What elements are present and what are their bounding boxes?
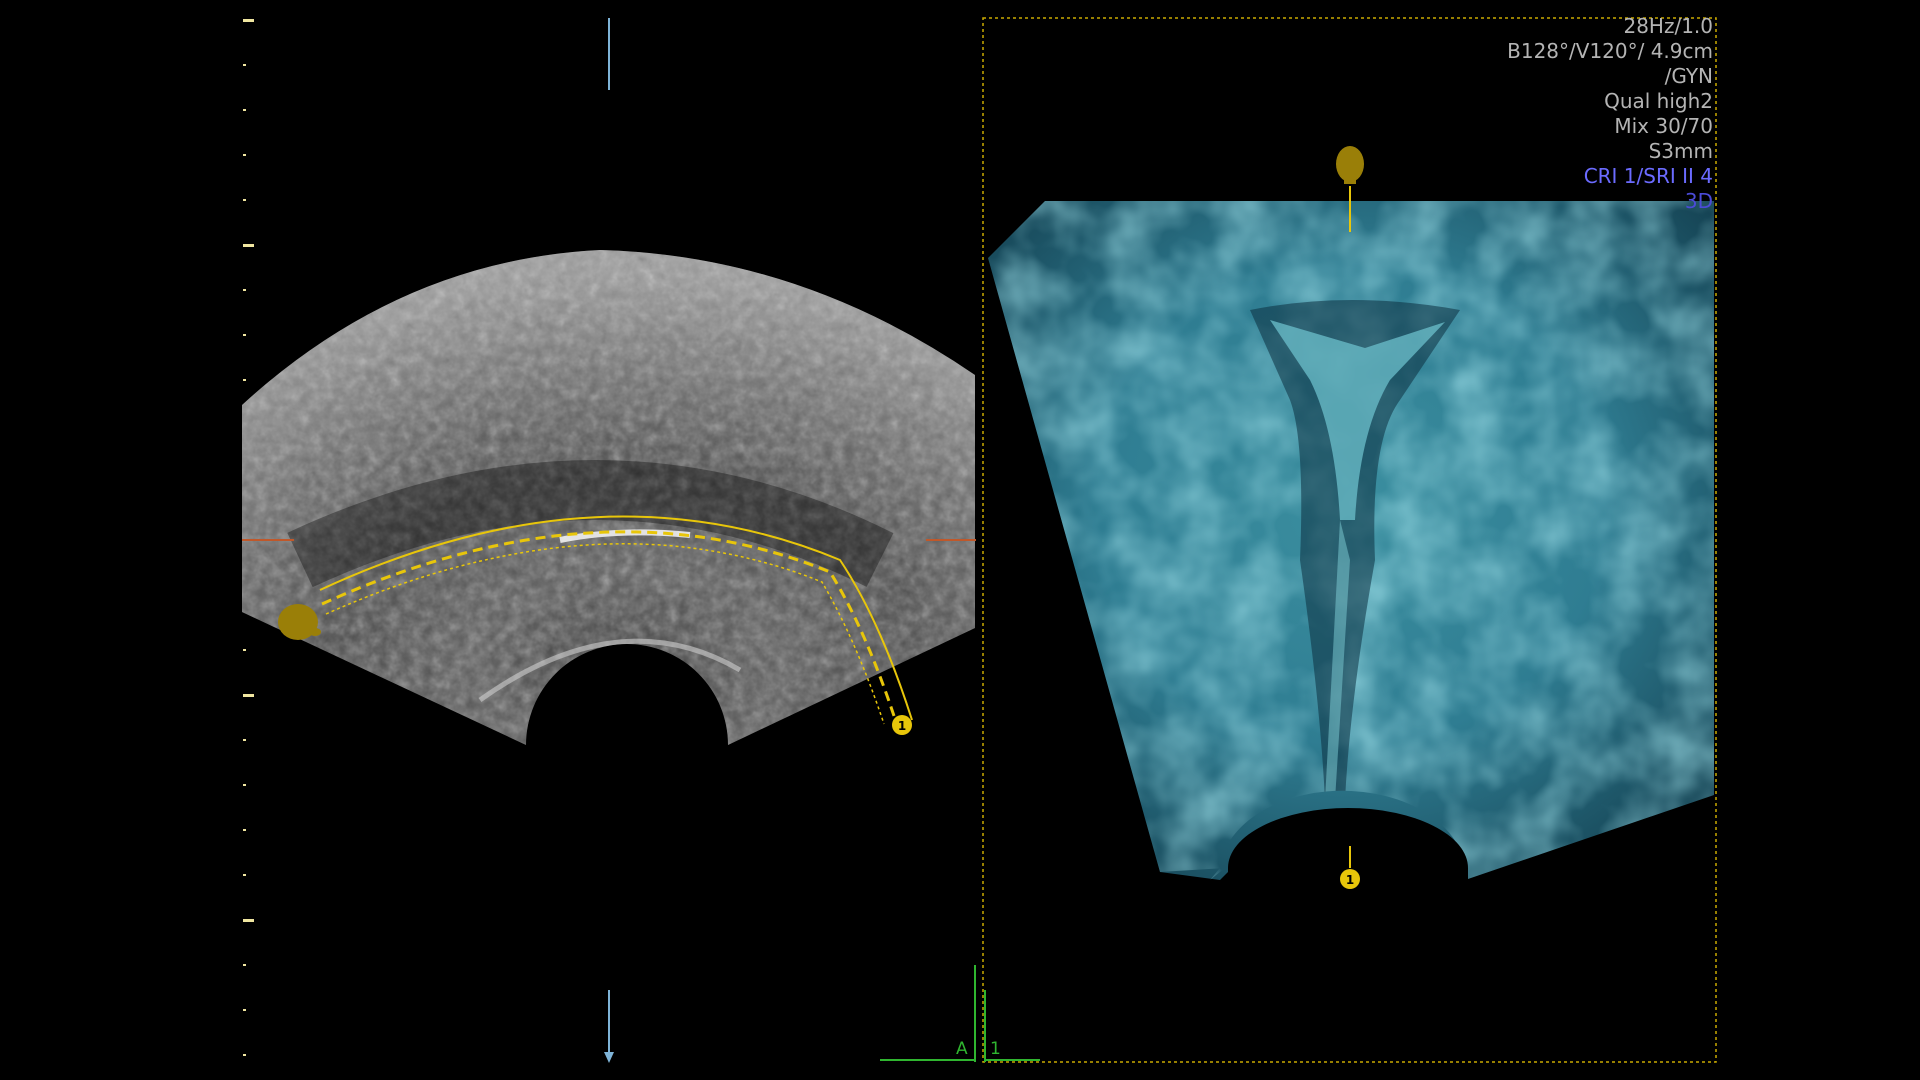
depth-tick	[243, 649, 246, 651]
depth-tick	[243, 829, 246, 831]
grayscale-bar	[203, 56, 219, 318]
depth-tick	[243, 244, 254, 247]
depth-tick	[243, 19, 254, 22]
depth-tick	[243, 694, 254, 697]
axis-a-label: A	[956, 1039, 968, 1059]
acquisition-info-panel: 28Hz/1.0 B128°/V120°/ 4.9cm /GYN Qual hi…	[1507, 14, 1713, 214]
depth-tick	[243, 199, 246, 201]
depth-tick	[243, 964, 246, 966]
depth-tick	[243, 379, 246, 381]
depth-tick	[243, 109, 246, 111]
depth-tick	[243, 919, 254, 922]
info-quality: Qual high2	[1604, 89, 1713, 113]
depth-tick	[243, 64, 246, 66]
depth-tick	[243, 784, 246, 786]
depth-tick	[243, 334, 246, 336]
info-mix: Mix 30/70	[1614, 114, 1713, 138]
axis-bottom-arrow-icon	[604, 1052, 614, 1063]
info-preset: /GYN	[1664, 64, 1713, 88]
info-angles-depth: B128°/V120°/ 4.9cm	[1507, 39, 1713, 63]
axis-1-label: 1	[990, 1039, 1001, 1059]
info-slice: S3mm	[1648, 139, 1713, 163]
curve-end-marker[interactable]: 1	[892, 715, 912, 735]
bmode-fan-image	[242, 250, 975, 745]
depth-tick	[243, 739, 246, 741]
depth-tick	[243, 289, 246, 291]
info-cri-sri: CRI 1/SRI II 4	[1583, 164, 1713, 188]
render-3d-image	[988, 201, 1714, 880]
render-bottom-marker-label: 1	[1346, 873, 1354, 887]
depth-tick	[243, 874, 246, 876]
depth-tick	[243, 1054, 246, 1056]
info-frame-rate: 28Hz/1.0	[1623, 14, 1713, 38]
info-mode: 3D	[1684, 189, 1713, 213]
curve-end-marker-label: 1	[898, 719, 906, 733]
depth-tick	[243, 154, 246, 156]
depth-tick	[243, 1009, 246, 1011]
